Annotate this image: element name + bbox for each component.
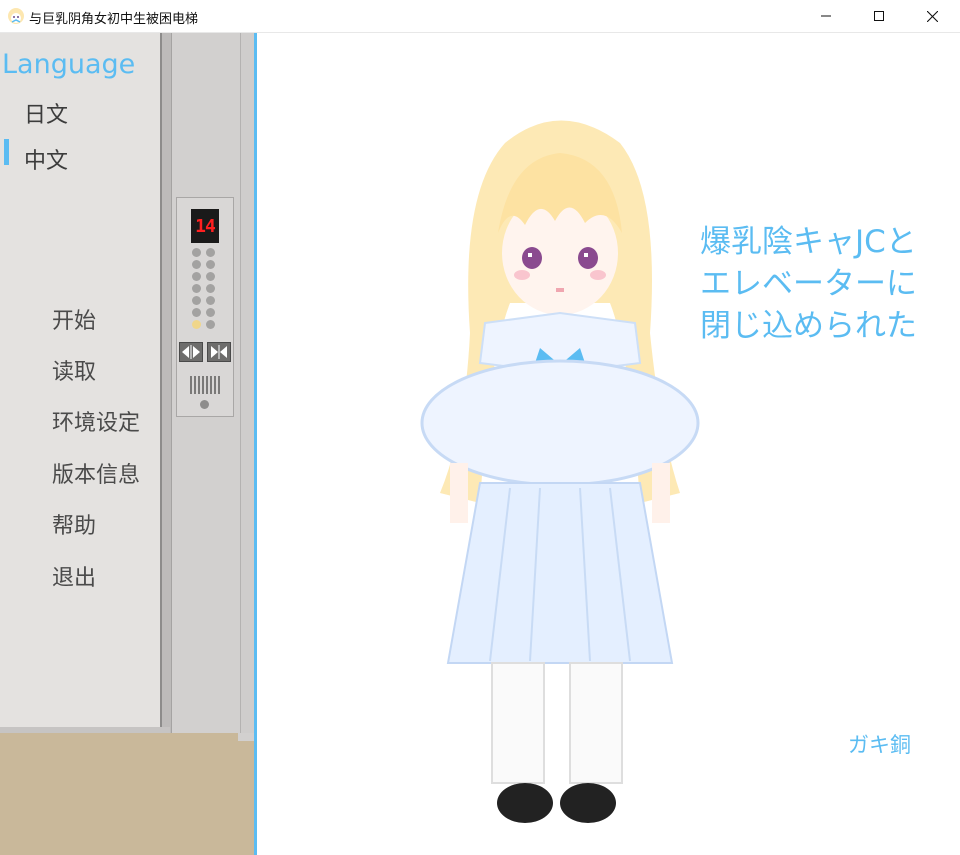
floor-button <box>192 284 201 293</box>
author-credit: ガキ銅 <box>848 733 911 757</box>
floor-button <box>192 260 201 269</box>
floor-button-lit <box>192 320 201 329</box>
menu-start[interactable]: 开始 <box>52 303 96 335</box>
left-sock <box>491 662 545 784</box>
left-eye <box>522 247 542 269</box>
elevator-frame <box>240 33 254 733</box>
elevator-floor <box>0 733 254 855</box>
elevator-door-edge <box>162 33 172 733</box>
elevator-control-panel: 14 <box>176 197 234 417</box>
game-title-line-2: エレベーターに <box>700 266 917 302</box>
floor-button <box>192 308 201 317</box>
speaker-grille <box>190 376 220 394</box>
game-screen: 14 Language 日文 中文 开始 读取 环境设定 版本信息 帮助 退出 … <box>0 33 960 855</box>
menu-load[interactable]: 读取 <box>52 354 96 386</box>
door-open-button <box>179 342 203 362</box>
minimize-button[interactable] <box>803 0 849 32</box>
elevator-floor-notch <box>238 733 254 741</box>
floor-button <box>206 260 215 269</box>
floor-button <box>192 272 201 281</box>
floor-number: 14 <box>195 215 216 237</box>
menu-help[interactable]: 帮助 <box>52 508 96 540</box>
right-shoe <box>560 783 616 823</box>
close-icon <box>926 10 938 22</box>
menu-exit[interactable]: 退出 <box>52 560 96 592</box>
language-option-japanese[interactable]: 日文 <box>24 97 68 129</box>
door-close-icon <box>211 345 227 359</box>
game-title: 爆乳陰キャJCと エレベーターに 閉じ込められた <box>700 221 940 347</box>
floor-button <box>206 320 215 329</box>
maximize-icon <box>874 11 884 21</box>
language-selected-marker <box>4 139 9 165</box>
right-sock <box>569 662 623 784</box>
close-button[interactable] <box>909 0 955 32</box>
menu-settings[interactable]: 环境设定 <box>52 405 140 437</box>
floor-button <box>206 296 215 305</box>
floor-button <box>206 272 215 281</box>
door-close-button <box>207 342 231 362</box>
menu-version-info[interactable]: 版本信息 <box>52 457 140 489</box>
floor-button <box>192 248 201 257</box>
floor-display: 14 <box>191 209 219 243</box>
door-open-icon <box>182 345 200 359</box>
skirt <box>446 482 674 664</box>
language-option-chinese[interactable]: 中文 <box>24 143 68 175</box>
floor-button <box>206 308 215 317</box>
intercom-button <box>200 400 209 409</box>
floor-button <box>206 284 215 293</box>
floor-button <box>192 296 201 305</box>
language-heading: Language <box>2 49 136 80</box>
game-title-line-1: 爆乳陰キャJCと <box>700 224 917 260</box>
floor-button <box>206 248 215 257</box>
left-shoe <box>497 783 553 823</box>
minimize-icon <box>821 15 831 17</box>
character-illustration <box>420 120 700 823</box>
app-icon <box>8 8 24 24</box>
game-title-line-3: 閉じ込められた <box>700 308 917 344</box>
maximize-button[interactable] <box>856 0 902 32</box>
divider-line <box>254 33 257 855</box>
window-titlebar: 与巨乳阴角女初中生被困电梯 <box>0 0 960 33</box>
right-eye <box>578 247 598 269</box>
window-title: 与巨乳阴角女初中生被困电梯 <box>29 12 199 27</box>
